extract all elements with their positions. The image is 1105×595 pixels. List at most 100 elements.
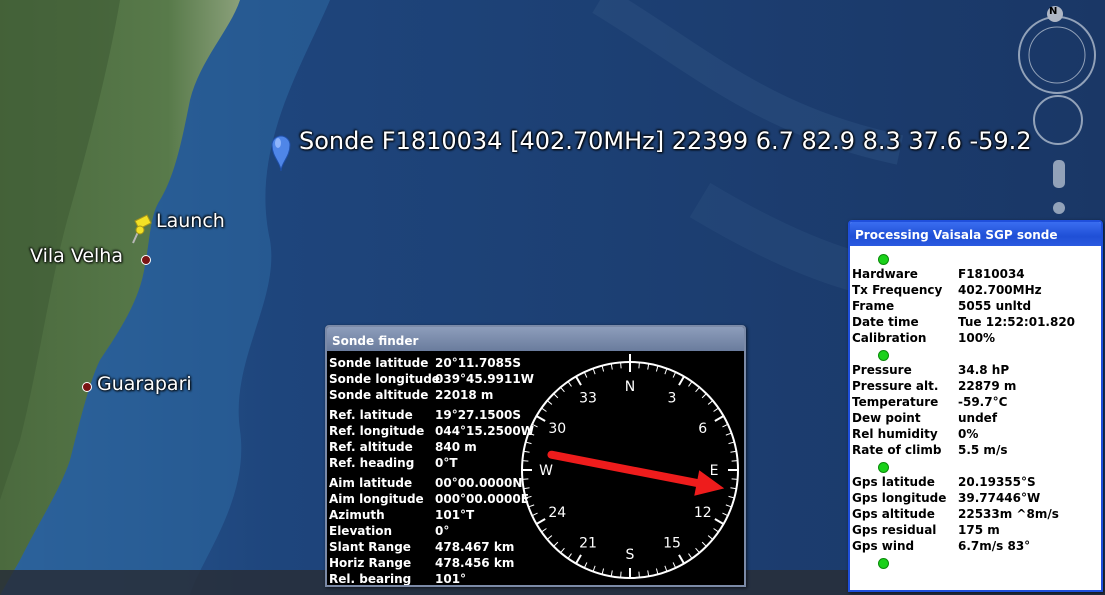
vaisala-row-value: 402.700MHz <box>958 283 1042 297</box>
vaisala-row-value: 5055 unltd <box>958 299 1032 313</box>
vaisala-row-label: Hardware <box>852 267 918 281</box>
vaisala-row-label: Rel humidity <box>852 427 938 441</box>
compass-label: N <box>625 379 635 395</box>
vaisala-titlebar[interactable]: Processing Vaisala SGP sonde <box>850 222 1101 246</box>
vaisala-row-value: Tue 12:52:01.820 <box>958 315 1076 329</box>
compass-tick <box>560 547 565 554</box>
compass-tick <box>541 528 547 533</box>
finder-row-value: 0°T <box>435 456 458 470</box>
compass-label: 6 <box>698 421 707 437</box>
status-led-row <box>852 458 1097 474</box>
compass-tick <box>647 363 650 370</box>
compass-tick <box>535 518 546 525</box>
vaisala-row-value: 22533m ^8m/s <box>958 507 1059 521</box>
compass-tick <box>583 562 588 569</box>
vaisala-row: Date time Tue 12:52:01.820 <box>852 314 1097 330</box>
vaisala-row-value: 0% <box>958 427 979 441</box>
vaisala-row-label: Gps wind <box>852 539 915 553</box>
status-led-icon <box>878 350 889 361</box>
compass-tick <box>722 512 729 517</box>
compass-tick <box>647 570 650 577</box>
compass-tick <box>531 512 538 517</box>
compass-tick <box>523 487 530 490</box>
vaisala-row-label: Frame <box>852 299 895 313</box>
compass-tick <box>701 541 707 547</box>
vaisala-row: Frame 5055 unltd <box>852 298 1097 314</box>
finder-row-label: Ref. altitude <box>329 440 413 454</box>
vaisala-row-value: 20.19355°S <box>958 475 1036 489</box>
status-led-row <box>852 250 1097 266</box>
sonde-finder-window: Sonde finder Sonde latitude 20°11.7085S So… <box>325 325 746 587</box>
sonde-finder-titlebar[interactable]: Sonde finder <box>327 327 744 351</box>
vaisala-row: Rel humidity 0% <box>852 426 1097 442</box>
vaisala-row-label: Gps longitude <box>852 491 947 505</box>
place-marker-vila-velha[interactable] <box>141 255 151 265</box>
vaisala-row-value: -59.7°C <box>958 395 1008 409</box>
compass-tick <box>546 535 553 540</box>
compass-tick <box>664 368 668 375</box>
vaisala-row: Gps longitude 39.77446°W <box>852 490 1097 506</box>
compass-tick <box>664 565 668 572</box>
pushpin-icon[interactable] <box>129 212 155 244</box>
compass-tick <box>525 441 532 445</box>
sonde-label: Sonde F1810034 [402.70MHz] 22399 6.7 82.… <box>299 127 1032 155</box>
status-led-icon <box>878 462 889 473</box>
compass-tick <box>525 495 532 499</box>
compass-tick <box>575 375 582 386</box>
finder-row-value: 101°T <box>435 508 475 522</box>
compass-tick <box>695 547 700 554</box>
compass-dial: N 3 6 E 12 15 S 21 24 W 30 33 <box>521 354 739 579</box>
finder-row-value: 22018 m <box>435 388 494 402</box>
vaisala-row: Gps residual 175 m <box>852 522 1097 538</box>
place-label-vila-velha: Vila Velha <box>30 245 123 267</box>
vaisala-row: Temperature -59.7°C <box>852 394 1097 410</box>
vaisala-row: Calibration 100% <box>852 330 1097 346</box>
north-label: N <box>1049 6 1058 17</box>
vaisala-row-label: Gps latitude <box>852 475 935 489</box>
vaisala-row-value: 34.8 hP <box>958 363 1010 377</box>
compass-tick <box>730 487 737 490</box>
compass-tick <box>707 400 714 405</box>
compass-tick <box>620 571 622 578</box>
finder-row-label: Azimuth <box>329 508 385 522</box>
compass-tick <box>523 450 530 453</box>
finder-row-value: 20°11.7085S <box>435 356 521 370</box>
compass-tick <box>688 381 693 387</box>
vaisala-row-label: Gps residual <box>852 523 937 537</box>
vaisala-row: Tx Frequency 402.700MHz <box>852 282 1097 298</box>
vaisala-row-value: 100% <box>958 331 996 345</box>
compass-tick <box>567 553 572 559</box>
compass-tick <box>713 528 719 533</box>
compass-tick <box>731 478 738 480</box>
compass-tick <box>553 393 559 399</box>
compass-tick <box>701 393 707 399</box>
vaisala-row: Gps altitude 22533m ^8m/s <box>852 506 1097 522</box>
finder-row-label: Sonde latitude <box>329 356 429 370</box>
compass-label: 3 <box>668 390 677 406</box>
finder-row-label: Ref. heading <box>329 456 415 470</box>
finder-row-value: 478.467 km <box>435 540 515 554</box>
sonde-placemark-icon[interactable] <box>270 133 292 173</box>
vaisala-row: Dew point undef <box>852 410 1097 426</box>
vaisala-row-label: Calibration <box>852 331 927 345</box>
compass-label: 15 <box>663 536 681 552</box>
finder-row-label: Ref. latitude <box>329 408 413 422</box>
compass-tick <box>583 371 588 378</box>
compass-tick <box>610 570 613 577</box>
status-led-icon <box>878 254 889 265</box>
vaisala-row-value: 6.7m/s 83° <box>958 539 1031 553</box>
compass-tick <box>522 478 529 480</box>
finder-row-label: Sonde longitude <box>329 372 440 386</box>
finder-row-label: Aim latitude <box>329 476 413 490</box>
compass-tick <box>688 553 693 559</box>
finder-row-value: 478.456 km <box>435 556 515 570</box>
compass-label: E <box>710 463 719 479</box>
finder-row-value: 00°00.0000N <box>435 476 523 490</box>
finder-row-label: Aim longitude <box>329 492 424 506</box>
compass-label: S <box>626 547 635 563</box>
place-marker-guarapari[interactable] <box>82 382 92 392</box>
vaisala-row: Pressure 34.8 hP <box>852 362 1097 378</box>
launch-label: Launch <box>156 210 225 232</box>
compass-tick <box>707 535 714 540</box>
vaisala-row-label: Date time <box>852 315 919 329</box>
